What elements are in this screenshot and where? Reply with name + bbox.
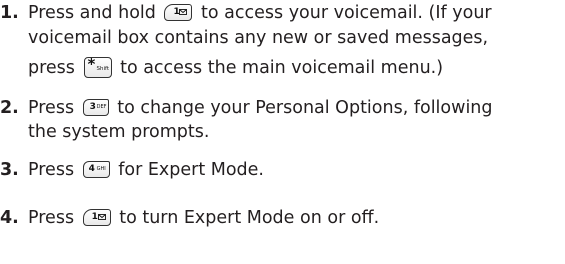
step-number: 2. [0,98,19,118]
step-line: Press 1 to turn Expert Mode on or off. [28,206,379,230]
step-line: voicemail box contains any new or saved … [28,26,488,50]
step-text: the system prompts. [28,122,210,142]
step-text: press [28,58,75,78]
step-number: 4. [0,208,19,228]
key-1-icon: 1 [164,4,193,21]
step-text: for Expert Mode. [118,160,264,180]
step-number: 1. [0,3,19,23]
envelope-icon [97,214,106,220]
envelope-icon [179,9,188,15]
step-text: to access your voicemail. (If your [201,3,492,23]
step-text: to access the main voicemail menu.) [120,58,444,78]
key-3-def-icon: 3 DEF [82,99,109,116]
step-line: press * Shift to access the main voicema… [28,56,443,80]
key-4-ghi-icon: 4 GHI [82,161,110,178]
step-line: the system prompts. [28,120,209,144]
step-number: 3. [0,160,19,180]
step-line: Press 4 GHI for Expert Mode. [28,158,264,182]
step-text: to change your Personal Options, followi… [117,98,493,118]
step-text: Press [28,98,75,118]
step-text: to turn Expert Mode on or off. [119,208,380,228]
step-text: voicemail box contains any new or saved … [28,28,489,48]
step-line: Press 3 DEF to change your Personal Opti… [28,96,493,120]
step-text: Press [28,208,75,228]
key-1-icon: 1 [82,209,111,226]
key-star-shift-icon: * Shift [83,57,112,78]
step-text: Press [28,160,75,180]
step-line: Press and hold 1 to access your voicemai… [28,1,492,25]
step-text: Press and hold [28,3,156,23]
